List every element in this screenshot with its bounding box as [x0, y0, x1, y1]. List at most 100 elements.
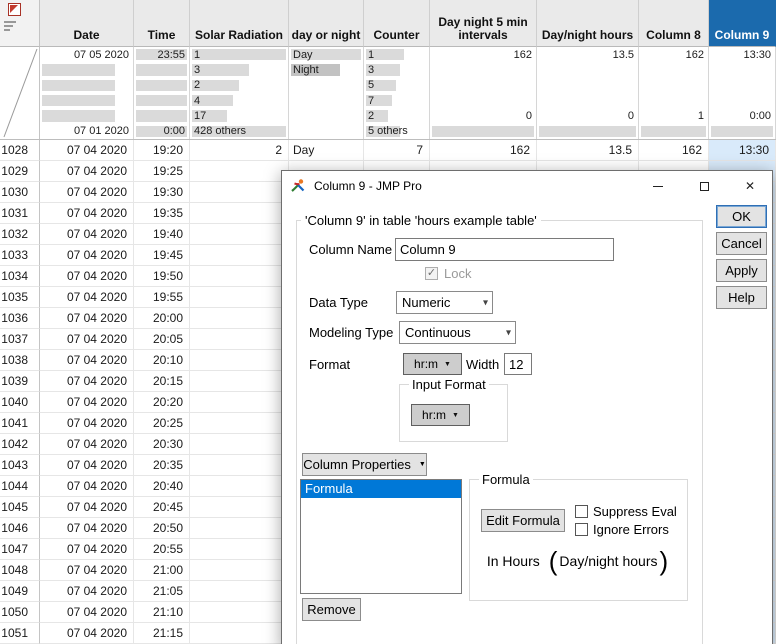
- cell-solar[interactable]: [190, 266, 289, 287]
- cell-solar[interactable]: [190, 518, 289, 539]
- cell-date[interactable]: 07 04 2020: [40, 518, 134, 539]
- cell-time[interactable]: 20:30: [134, 434, 190, 455]
- cell-time[interactable]: 21:05: [134, 581, 190, 602]
- table-panel-icon[interactable]: [8, 3, 21, 16]
- cell-date[interactable]: 07 04 2020: [40, 602, 134, 623]
- cell-time[interactable]: 19:45: [134, 245, 190, 266]
- cell-time[interactable]: 20:00: [134, 308, 190, 329]
- row-number[interactable]: 1036: [0, 308, 40, 329]
- cell-time[interactable]: 21:10: [134, 602, 190, 623]
- cell-date[interactable]: 07 04 2020: [40, 182, 134, 203]
- cell-time[interactable]: 20:35: [134, 455, 190, 476]
- dialog-titlebar[interactable]: Column 9 - JMP Pro ✕: [282, 171, 772, 201]
- cell-date[interactable]: 07 04 2020: [40, 245, 134, 266]
- row-number[interactable]: 1034: [0, 266, 40, 287]
- cell-solar[interactable]: [190, 203, 289, 224]
- cell-solar[interactable]: [190, 392, 289, 413]
- row-number[interactable]: 1050: [0, 602, 40, 623]
- cell-date[interactable]: 07 04 2020: [40, 224, 134, 245]
- cell-date[interactable]: 07 04 2020: [40, 161, 134, 182]
- lock-checkbox[interactable]: ✓: [425, 267, 438, 280]
- cell-date[interactable]: 07 04 2020: [40, 581, 134, 602]
- column-header-day-or-night[interactable]: day or night: [289, 0, 364, 47]
- cell-counter[interactable]: 7: [364, 140, 430, 161]
- column-header-solar-radiation[interactable]: Solar Radiation: [190, 0, 289, 47]
- cell-solar[interactable]: [190, 308, 289, 329]
- cell-date[interactable]: 07 04 2020: [40, 413, 134, 434]
- cancel-button[interactable]: Cancel: [716, 232, 767, 255]
- cell-time[interactable]: 20:50: [134, 518, 190, 539]
- cell-solar[interactable]: [190, 245, 289, 266]
- row-number[interactable]: 1040: [0, 392, 40, 413]
- cell-time[interactable]: 21:00: [134, 560, 190, 581]
- row-number[interactable]: 1045: [0, 497, 40, 518]
- cell-solar[interactable]: [190, 581, 289, 602]
- close-button[interactable]: ✕: [727, 171, 772, 201]
- row-number[interactable]: 1030: [0, 182, 40, 203]
- cell-solar[interactable]: [190, 602, 289, 623]
- format-dropdown-button[interactable]: hr:m ▼: [403, 353, 462, 375]
- row-number[interactable]: 1049: [0, 581, 40, 602]
- cell-date[interactable]: 07 04 2020: [40, 392, 134, 413]
- row-number[interactable]: 1047: [0, 539, 40, 560]
- cell-time[interactable]: 19:25: [134, 161, 190, 182]
- cell-date[interactable]: 07 04 2020: [40, 308, 134, 329]
- row-number[interactable]: 1029: [0, 161, 40, 182]
- cell-time[interactable]: 20:10: [134, 350, 190, 371]
- cell-date[interactable]: 07 04 2020: [40, 266, 134, 287]
- row-number[interactable]: 1037: [0, 329, 40, 350]
- cell-solar[interactable]: [190, 413, 289, 434]
- cell-time[interactable]: 20:05: [134, 329, 190, 350]
- cell-solar[interactable]: [190, 497, 289, 518]
- cell-time[interactable]: 21:15: [134, 623, 190, 644]
- maximize-button[interactable]: [681, 171, 727, 201]
- row-number[interactable]: 1033: [0, 245, 40, 266]
- row-number[interactable]: 1041: [0, 413, 40, 434]
- cell-time[interactable]: 20:20: [134, 392, 190, 413]
- row-number[interactable]: 1043: [0, 455, 40, 476]
- column-header-time[interactable]: Time: [134, 0, 190, 47]
- cell-time[interactable]: 20:55: [134, 539, 190, 560]
- cell-date[interactable]: 07 04 2020: [40, 203, 134, 224]
- cell-date[interactable]: 07 04 2020: [40, 434, 134, 455]
- property-item-formula[interactable]: Formula: [301, 480, 461, 498]
- row-number[interactable]: 1044: [0, 476, 40, 497]
- suppress-eval-checkbox[interactable]: [575, 505, 588, 518]
- cell-time[interactable]: 19:20: [134, 140, 190, 161]
- cell-solar[interactable]: [190, 371, 289, 392]
- column-header-column9-selected[interactable]: Column 9: [709, 0, 776, 47]
- column-properties-button[interactable]: Column Properties ▼: [302, 453, 427, 476]
- cell-solar[interactable]: 2: [190, 140, 289, 161]
- cell-date[interactable]: 07 04 2020: [40, 497, 134, 518]
- cell-date[interactable]: 07 04 2020: [40, 329, 134, 350]
- column-name-input[interactable]: [395, 238, 614, 261]
- cell-date[interactable]: 07 04 2020: [40, 539, 134, 560]
- cell-solar[interactable]: [190, 329, 289, 350]
- cell-time[interactable]: 19:40: [134, 224, 190, 245]
- cell-intervals[interactable]: 162: [430, 140, 537, 161]
- input-format-dropdown-button[interactable]: hr:m ▼: [411, 404, 470, 426]
- modeling-type-select[interactable]: Continuous ▾: [399, 321, 516, 344]
- row-number[interactable]: 1032: [0, 224, 40, 245]
- row-number[interactable]: 1048: [0, 560, 40, 581]
- row-number[interactable]: 1038: [0, 350, 40, 371]
- cell-solar[interactable]: [190, 434, 289, 455]
- column-header-day-night-5-min-intervals[interactable]: Day night 5 min intervals: [430, 0, 537, 47]
- cell-col8[interactable]: 162: [639, 140, 709, 161]
- cell-date[interactable]: 07 04 2020: [40, 287, 134, 308]
- cell-hours[interactable]: 13.5: [537, 140, 639, 161]
- row-number[interactable]: 1028: [0, 140, 40, 161]
- apply-button[interactable]: Apply: [716, 259, 767, 282]
- cell-solar[interactable]: [190, 224, 289, 245]
- cell-time[interactable]: 20:15: [134, 371, 190, 392]
- cell-time[interactable]: 19:50: [134, 266, 190, 287]
- cell-date[interactable]: 07 04 2020: [40, 140, 134, 161]
- cell-date[interactable]: 07 04 2020: [40, 371, 134, 392]
- cell-solar[interactable]: [190, 623, 289, 644]
- cell-date[interactable]: 07 04 2020: [40, 350, 134, 371]
- width-input[interactable]: [504, 353, 532, 375]
- row-number[interactable]: 1039: [0, 371, 40, 392]
- column-header-column8[interactable]: Column 8: [639, 0, 709, 47]
- cell-col9[interactable]: 13:30: [709, 140, 776, 161]
- help-button[interactable]: Help: [716, 286, 767, 309]
